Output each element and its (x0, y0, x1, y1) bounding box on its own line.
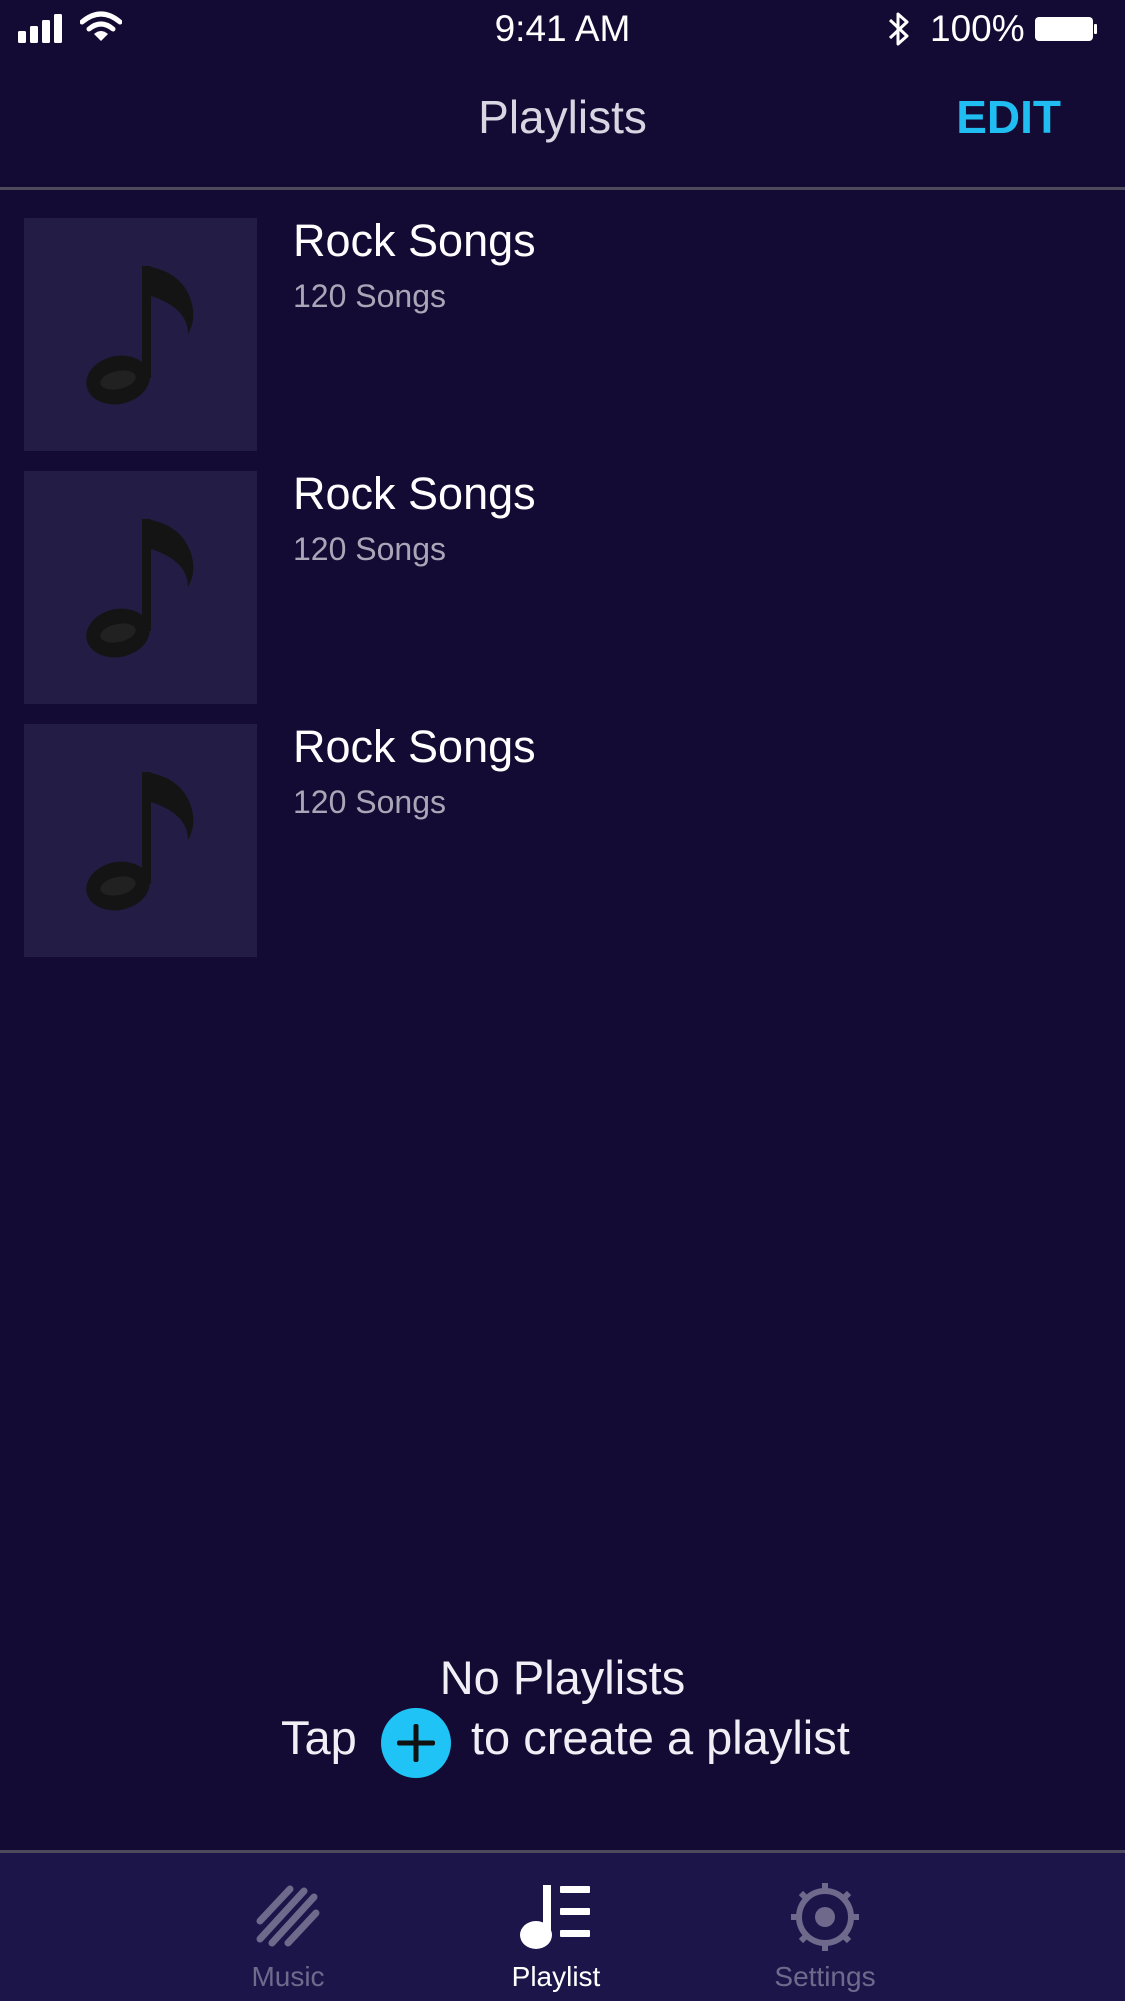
playlist-song-count: 120 Songs (293, 784, 447, 820)
tap-label: Tap (281, 1711, 357, 1764)
playlist-title: Rock Songs (293, 721, 536, 772)
create-playlist-text: to create a playlist (471, 1711, 850, 1764)
edit-button[interactable]: EDIT (956, 90, 1061, 144)
status-bar: 9:41 AM 100% (0, 0, 1125, 60)
tab-playlist-label: Playlist (511, 1961, 601, 1992)
add-circle-icon (397, 1724, 435, 1762)
music-stripes-icon (256, 1885, 320, 1947)
empty-state-title: No Playlists (439, 1651, 686, 1704)
playlist-item[interactable]: Rock Songs 120 Songs (0, 443, 1125, 704)
gear-icon (791, 1883, 859, 1951)
playlist-list: Rock Songs 120 Songs Rock Songs 120 Song… (0, 190, 1125, 957)
music-note-icon (86, 519, 194, 658)
navigation-bar: Playlists EDIT (0, 60, 1125, 190)
empty-state-hint: Tap to create a playlist (0, 1708, 1125, 1780)
add-playlist-button[interactable] (381, 1708, 451, 1778)
playlist-title: Rock Songs (293, 468, 536, 519)
tab-settings[interactable]: Settings (725, 1853, 925, 2001)
battery-icon (1035, 17, 1097, 41)
empty-state: No Playlists Tap to create a playlist (0, 1650, 1125, 1778)
tab-bar: Music Playlist Settings (0, 1850, 1125, 2001)
music-note-icon (86, 772, 194, 911)
playlist-thumbnail (24, 218, 257, 451)
tab-music[interactable]: Music (188, 1853, 388, 2001)
playlist-item[interactable]: Rock Songs 120 Songs (0, 190, 1125, 451)
bluetooth-icon (888, 12, 909, 46)
playlist-thumbnail (24, 471, 257, 704)
battery-percentage: 100% (930, 8, 1025, 49)
playlist-item[interactable]: Rock Songs 120 Songs (0, 696, 1125, 957)
music-note-icon (86, 266, 194, 405)
playlist-icon (520, 1885, 590, 1949)
playlist-title: Rock Songs (293, 215, 536, 266)
playlist-song-count: 120 Songs (293, 278, 447, 314)
tab-settings-label: Settings (774, 1961, 876, 1992)
playlist-thumbnail (24, 724, 257, 957)
tab-music-label: Music (251, 1961, 325, 1992)
tab-playlist[interactable]: Playlist (456, 1853, 656, 2001)
playlist-song-count: 120 Songs (293, 531, 447, 567)
